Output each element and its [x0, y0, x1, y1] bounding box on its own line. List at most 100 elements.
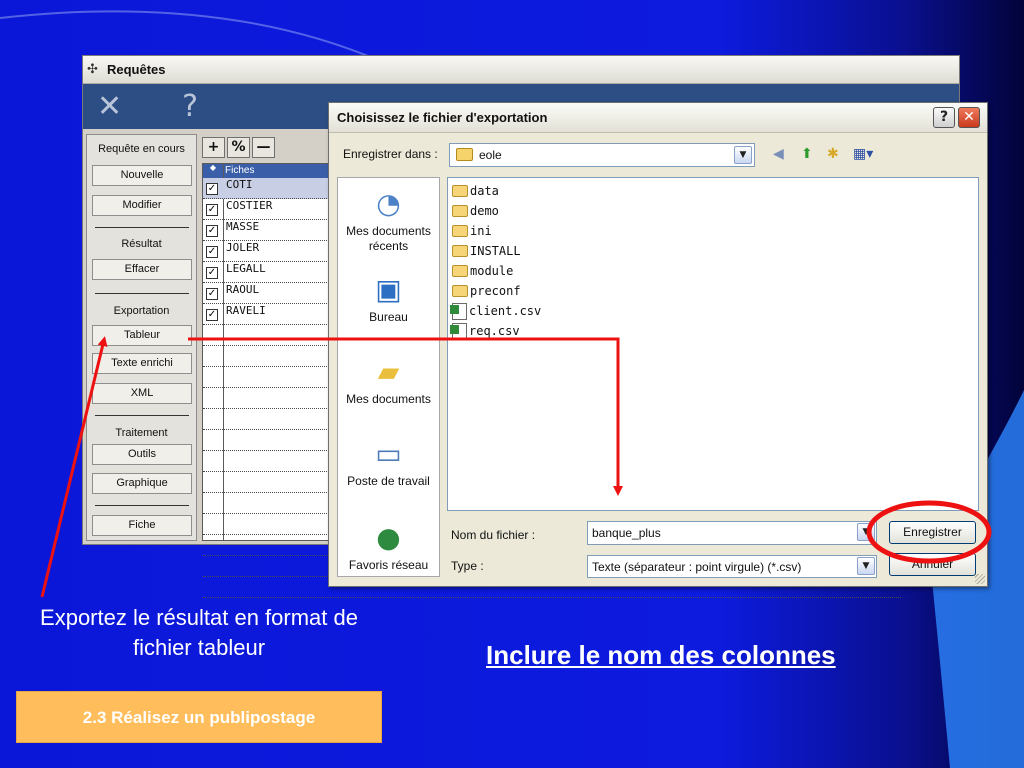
place-label: Favoris réseau: [348, 558, 429, 572]
network-places-icon: ●: [376, 521, 401, 554]
section-export: Exportation: [113, 305, 170, 317]
add-column-icon[interactable]: +: [202, 137, 225, 158]
folder-icon: [456, 148, 473, 161]
csv-file-icon: [450, 322, 467, 340]
back-icon[interactable]: ◀: [773, 146, 784, 162]
place-my-documents[interactable]: ▰ Mes documents: [338, 354, 439, 407]
row-name: MASSE: [226, 220, 260, 233]
tools-icon[interactable]: ✕: [97, 91, 122, 122]
list-item[interactable]: demo: [452, 202, 499, 220]
percent-icon[interactable]: %: [227, 137, 250, 158]
modify-button[interactable]: Modifier: [92, 195, 192, 216]
places-bar: ◔ Mes documents récents ▣ Bureau ▰ Mes d…: [337, 177, 440, 577]
chevron-down-icon[interactable]: ▼: [857, 557, 875, 575]
divider: [95, 415, 189, 416]
row-checkbox[interactable]: ✓: [206, 267, 218, 279]
section-badge: 2.3 Réalisez un publipostage: [16, 691, 382, 743]
dialog-titlebar: Choisissez le fichier d'exportation: [329, 103, 987, 133]
rich-text-export-button[interactable]: Texte enrichi: [92, 353, 192, 374]
recent-documents-icon: ◔: [376, 187, 401, 220]
section-current-request: Requête en cours: [98, 143, 185, 155]
place-label: Poste de travail: [347, 474, 430, 488]
side-panel: Requête en cours Nouvelle Modifier Résul…: [86, 134, 197, 541]
chevron-down-icon[interactable]: ▼: [857, 523, 875, 541]
cancel-button[interactable]: Annuler: [889, 553, 976, 576]
dialog-title: Choisissez le fichier d'exportation: [337, 110, 548, 125]
file-name: preconf: [470, 284, 521, 298]
file-name: req.csv: [469, 324, 520, 338]
section-result: Résultat: [121, 238, 162, 250]
folder-icon: [452, 285, 468, 297]
spreadsheet-export-button[interactable]: Tableur: [92, 325, 192, 346]
record-button[interactable]: Fiche: [92, 515, 192, 536]
list-item[interactable]: preconf: [452, 282, 521, 300]
row-name: RAOUL: [226, 283, 260, 296]
save-button[interactable]: Enregistrer: [889, 521, 976, 544]
new-folder-icon[interactable]: ✱: [827, 146, 839, 162]
row-checkbox[interactable]: ✓: [206, 225, 218, 237]
my-documents-icon: ▰: [377, 355, 400, 388]
desktop-icon: ▣: [375, 273, 402, 306]
requetes-titlebar: ✣ Requêtes: [83, 56, 959, 84]
row-checkbox[interactable]: ✓: [206, 288, 218, 300]
tools-button[interactable]: Outils: [92, 444, 192, 465]
export-file-dialog: Choisissez le fichier d'exportation ? ✕ …: [328, 102, 988, 587]
place-label: Mes documents: [346, 392, 431, 406]
chevron-down-icon[interactable]: ▼: [734, 146, 752, 164]
remove-column-icon[interactable]: —: [252, 137, 275, 158]
folder-icon: [452, 225, 468, 237]
new-button[interactable]: Nouvelle: [92, 165, 192, 186]
file-name: INSTALL: [470, 244, 521, 258]
help-button[interactable]: ?: [933, 107, 955, 128]
column-header-fiches[interactable]: Fiches: [225, 164, 254, 178]
list-item[interactable]: req.csv: [450, 322, 520, 340]
file-name: data: [470, 184, 499, 198]
file-list[interactable]: data demo ini INSTALL module preconf client.cs…: [447, 177, 979, 511]
list-item[interactable]: INSTALL: [452, 242, 521, 260]
column-names-caption: Inclure le nom des colonnes: [486, 640, 836, 670]
row-checkbox[interactable]: ✓: [206, 183, 218, 195]
save-in-dropdown[interactable]: eole ▼: [449, 143, 755, 167]
chart-button[interactable]: Graphique: [92, 473, 192, 494]
close-button[interactable]: ✕: [958, 107, 980, 128]
xml-export-button[interactable]: XML: [92, 383, 192, 404]
resize-grip[interactable]: [975, 574, 985, 584]
row-checkbox[interactable]: ✓: [206, 204, 218, 216]
list-item[interactable]: data: [452, 182, 499, 200]
help-question-icon[interactable]: ?: [182, 91, 198, 122]
list-item[interactable]: ini: [452, 222, 492, 240]
file-type-dropdown[interactable]: Texte (séparateur : point virgule) (*.cs…: [587, 555, 877, 578]
folder-icon: [452, 245, 468, 257]
row-name: COTI: [226, 178, 253, 191]
save-in-value: eole: [479, 148, 502, 162]
header-marker-icon: ◆: [209, 163, 217, 172]
row-name: COSTIER: [226, 199, 273, 212]
divider: [95, 293, 189, 294]
list-item[interactable]: client.csv: [450, 302, 542, 320]
grid-toolbar: + % —: [202, 137, 275, 158]
place-my-computer[interactable]: ▭ Poste de travail: [338, 436, 439, 489]
row-checkbox[interactable]: ✓: [206, 246, 218, 258]
file-name: client.csv: [469, 304, 542, 318]
requetes-title: Requêtes: [107, 62, 166, 77]
row-checkbox[interactable]: ✓: [206, 309, 218, 321]
file-name: demo: [470, 204, 499, 218]
divider: [95, 505, 189, 506]
list-item[interactable]: module: [452, 262, 513, 280]
csv-file-icon: [450, 302, 467, 320]
folder-icon: [452, 265, 468, 277]
view-menu-icon[interactable]: ▦▾: [853, 146, 873, 162]
export-instruction-caption: Exportez le résultat en format de fichie…: [40, 605, 358, 660]
place-recent-documents[interactable]: ◔ Mes documents récents: [338, 186, 439, 254]
type-label: Type :: [451, 559, 484, 573]
filename-input[interactable]: [587, 521, 877, 545]
my-computer-icon: ▭: [375, 437, 402, 470]
clear-button[interactable]: Effacer: [92, 259, 192, 280]
place-desktop[interactable]: ▣ Bureau: [338, 272, 439, 325]
file-name: ini: [470, 224, 492, 238]
row-name: RAVELI: [226, 304, 266, 317]
place-network[interactable]: ● Favoris réseau: [338, 520, 439, 573]
place-label: Bureau: [369, 310, 408, 324]
up-folder-icon[interactable]: ⬆: [801, 146, 813, 162]
row-name: JOLER: [226, 241, 260, 254]
